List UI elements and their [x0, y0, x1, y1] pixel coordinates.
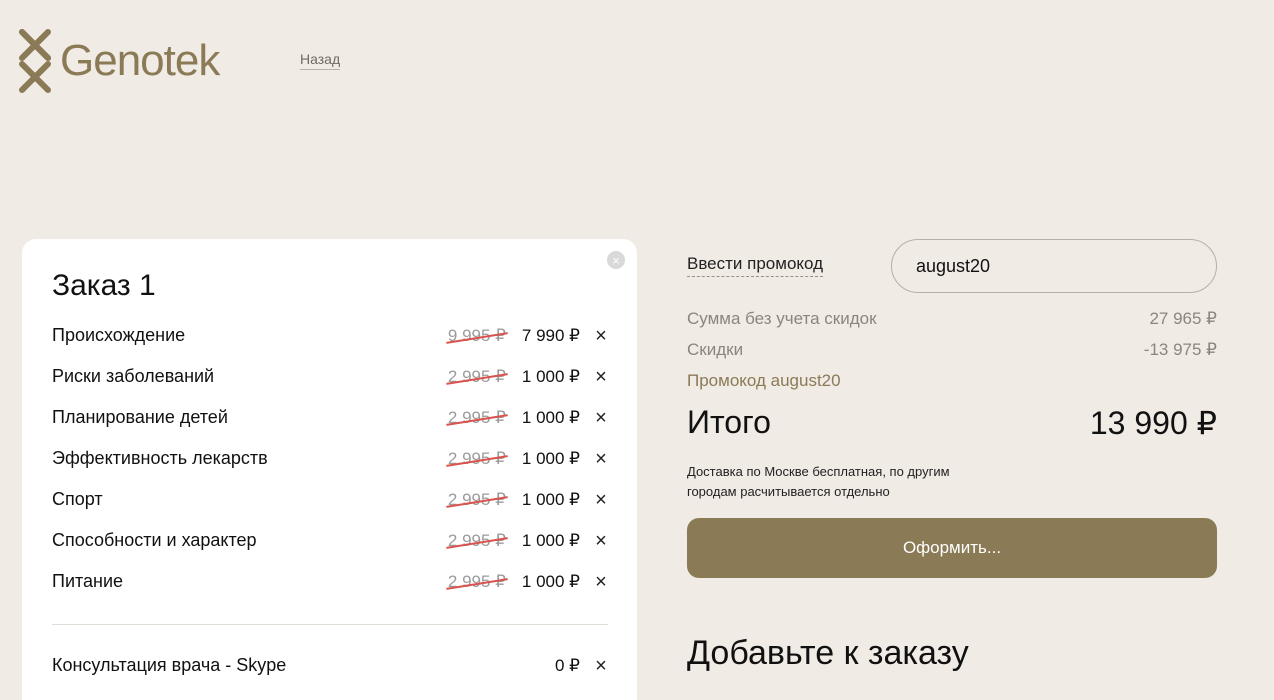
- remove-item-icon[interactable]: ×: [594, 531, 608, 551]
- order-title: Заказ 1: [52, 269, 156, 302]
- order-item: Планирование детей 2 995 ₽ 1 000 ₽ ×: [52, 397, 608, 438]
- order-item: Спорт 2 995 ₽ 1 000 ₽ ×: [52, 479, 608, 520]
- order-extras: Консультация врача - Skype 0 ₽ ×: [52, 645, 608, 686]
- promo-applied-row: Промокод august20: [687, 371, 1217, 391]
- discount-row: Скидки -13 975 ₽: [687, 340, 1217, 360]
- subtotal-label: Сумма без учета скидок: [687, 309, 877, 328]
- item-price: 1 000 ₽: [521, 489, 580, 509]
- checkout-button[interactable]: Оформить...: [687, 518, 1217, 578]
- divider: [52, 624, 608, 625]
- promo-code-toggle[interactable]: Ввести промокод: [687, 254, 824, 277]
- item-old-price: 9 995 ₽: [447, 325, 506, 345]
- discount-value: -13 975 ₽: [1143, 340, 1217, 359]
- addons-title: Добавьте к заказу: [687, 634, 969, 672]
- remove-item-icon[interactable]: ×: [594, 367, 608, 387]
- remove-item-icon[interactable]: ×: [594, 490, 608, 510]
- delivery-note: Доставка по Москве бесплатная, по другим…: [687, 464, 950, 499]
- promo-code-input[interactable]: [891, 239, 1217, 293]
- order-item: Питание 2 995 ₽ 1 000 ₽ ×: [52, 561, 608, 602]
- order-card: × Заказ 1 Происхождение 9 995 ₽ 7 990 ₽ …: [22, 239, 637, 700]
- order-item: Происхождение 9 995 ₽ 7 990 ₽ ×: [52, 315, 608, 356]
- logo[interactable]: Genotek: [18, 28, 220, 94]
- item-old-price: 2 995 ₽: [447, 448, 506, 468]
- order-item: Риски заболеваний 2 995 ₽ 1 000 ₽ ×: [52, 356, 608, 397]
- total-label: Итого: [687, 404, 771, 440]
- item-price: 0 ₽: [555, 655, 580, 675]
- remove-item-icon[interactable]: ×: [594, 572, 608, 592]
- close-order-icon[interactable]: ×: [607, 251, 625, 269]
- subtotal-row: Сумма без учета скидок 27 965 ₽: [687, 309, 1217, 329]
- item-old-price: 2 995 ₽: [447, 489, 506, 509]
- genotek-logo-icon: [19, 29, 51, 93]
- item-price: 1 000 ₽: [521, 530, 580, 550]
- item-name: Консультация врача - Skype: [52, 655, 287, 675]
- item-old-price: 2 995 ₽: [447, 366, 506, 386]
- item-price: 1 000 ₽: [521, 366, 580, 386]
- order-items: Происхождение 9 995 ₽ 7 990 ₽ × Риски за…: [52, 315, 608, 602]
- order-item: Эффективность лекарств 2 995 ₽ 1 000 ₽ ×: [52, 438, 608, 479]
- remove-item-icon[interactable]: ×: [594, 656, 608, 676]
- brand-name: Genotek: [60, 36, 220, 85]
- subtotal-value: 27 965 ₽: [1149, 309, 1217, 328]
- item-old-price: 2 995 ₽: [447, 530, 506, 550]
- item-price: 1 000 ₽: [521, 448, 580, 468]
- remove-item-icon[interactable]: ×: [594, 449, 608, 469]
- promo-applied-label: Промокод august20: [687, 371, 841, 390]
- order-extra-item: Консультация врача - Skype 0 ₽ ×: [52, 645, 608, 686]
- item-old-price: 2 995 ₽: [447, 571, 506, 591]
- item-price: 1 000 ₽: [521, 407, 580, 427]
- discount-label: Скидки: [687, 340, 744, 359]
- total-value: 13 990 ₽: [1089, 405, 1217, 441]
- item-price: 1 000 ₽: [521, 571, 580, 591]
- item-price: 7 990 ₽: [521, 325, 580, 345]
- item-old-price: 2 995 ₽: [447, 407, 506, 427]
- remove-item-icon[interactable]: ×: [594, 408, 608, 428]
- back-link[interactable]: Назад: [300, 51, 341, 70]
- header: Genotek Назад: [0, 0, 1274, 120]
- order-item: Способности и характер 2 995 ₽ 1 000 ₽ ×: [52, 520, 608, 561]
- remove-item-icon[interactable]: ×: [594, 326, 608, 346]
- total-row: Итого 13 990 ₽: [687, 404, 1217, 442]
